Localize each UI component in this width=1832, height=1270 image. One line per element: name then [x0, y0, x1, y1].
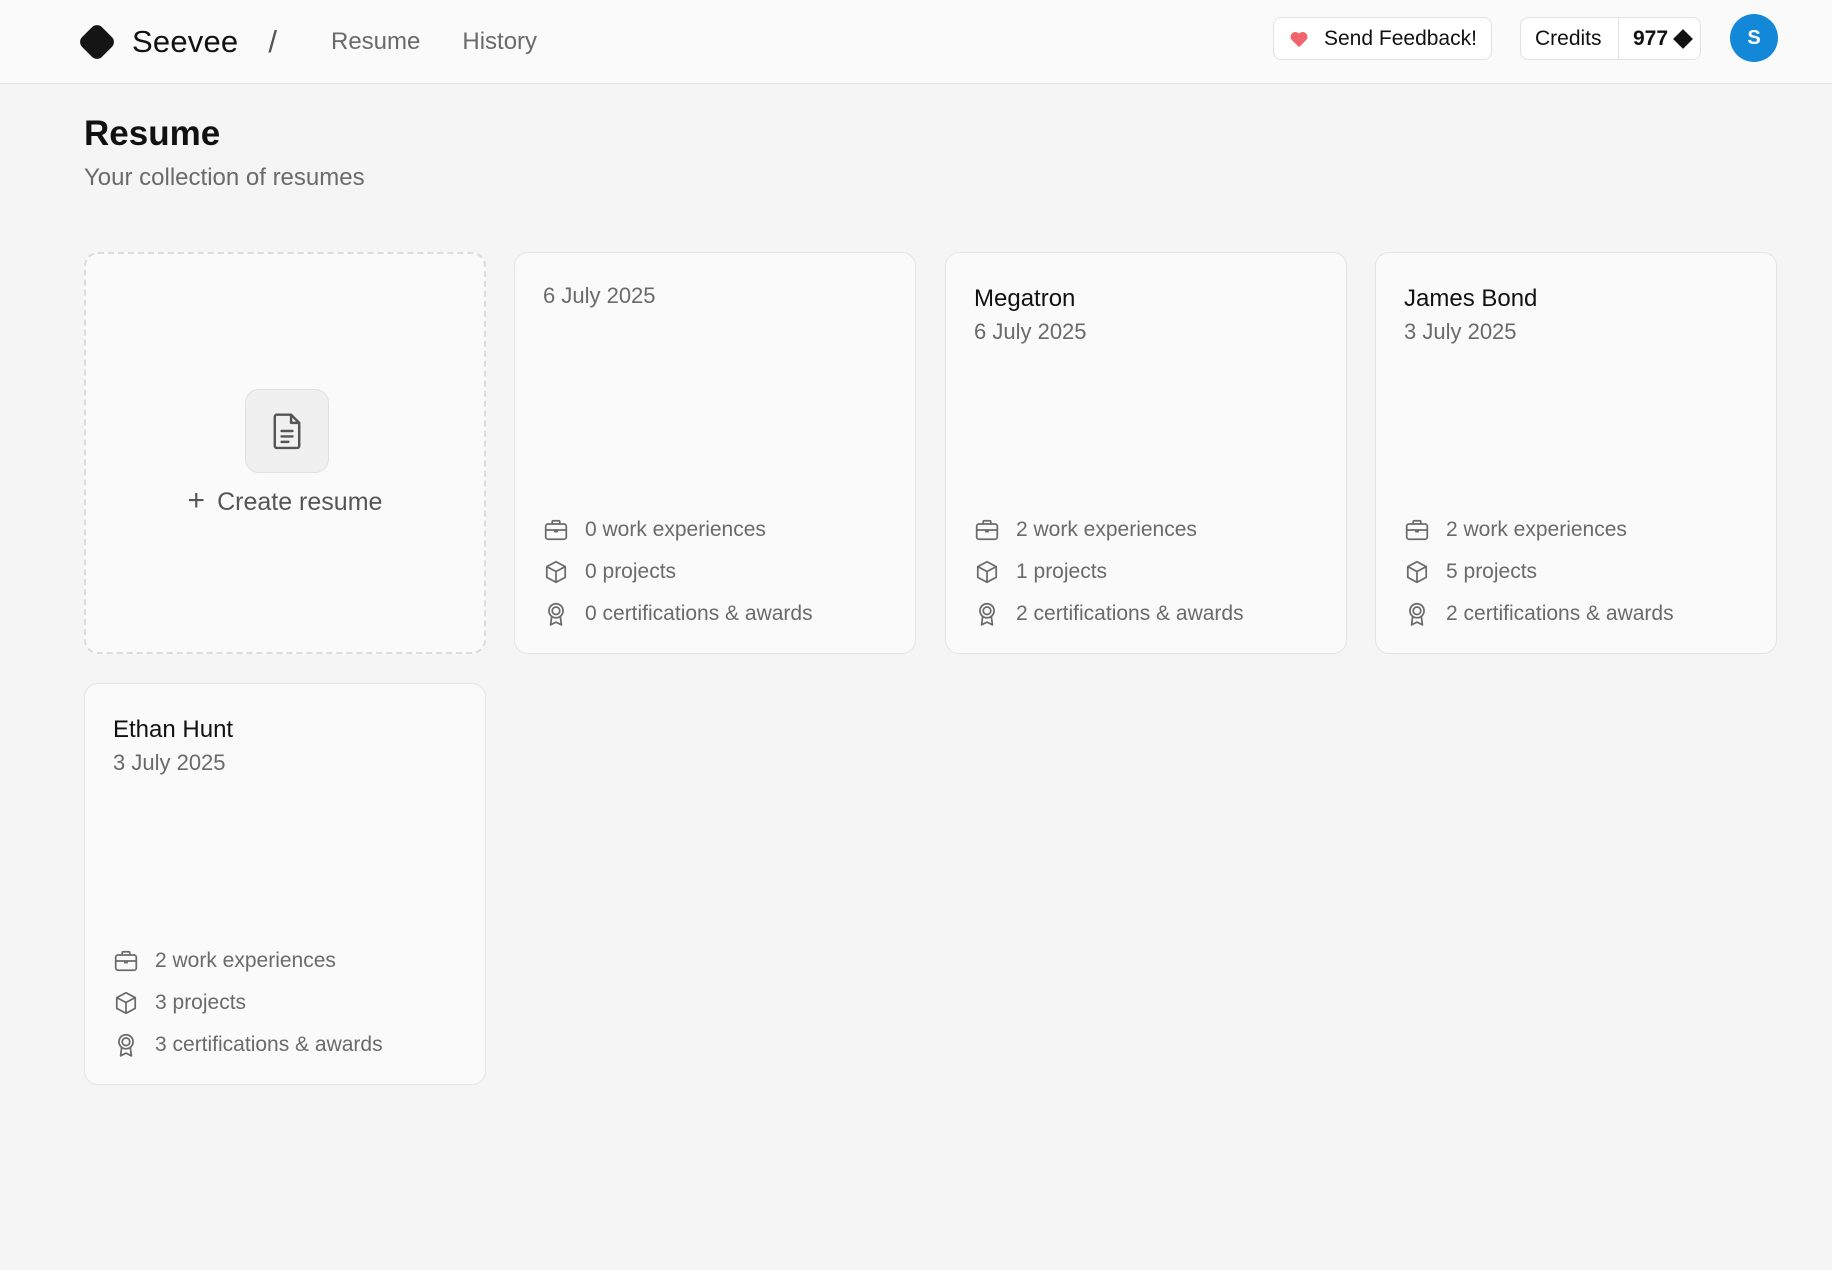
stat-projects: 5 projects — [1404, 551, 1674, 593]
brand-name: Seevee — [132, 24, 239, 59]
create-resume-row: + Create resume — [86, 483, 484, 517]
breadcrumb-separator: / — [268, 24, 277, 59]
send-feedback-label: Send Feedback! — [1324, 26, 1477, 50]
plus-icon: + — [187, 483, 206, 517]
stat-projects: 3 projects — [113, 982, 383, 1024]
resume-date: 3 July 2025 — [113, 750, 226, 775]
resume-stats: 2 work experiences 3 projects 3 certific… — [113, 940, 383, 1066]
stat-projects-text: 5 projects — [1446, 560, 1538, 583]
resume-name: Megatron — [974, 285, 1076, 312]
briefcase-icon — [544, 519, 568, 541]
stat-work-text: 2 work experiences — [1016, 518, 1197, 541]
credits-value: 977 — [1633, 26, 1669, 50]
resume-date: 3 July 2025 — [1404, 319, 1517, 344]
resume-card[interactable]: Ethan Hunt 3 July 2025 2 work experience… — [84, 683, 486, 1085]
stat-certs-text: 3 certifications & awards — [155, 1033, 383, 1056]
top-navigation-bar: Seevee / Resume History Send Feedback! C… — [0, 0, 1832, 84]
document-icon — [273, 413, 301, 450]
stat-work-text: 2 work experiences — [155, 949, 336, 972]
briefcase-icon — [1405, 519, 1429, 541]
page-subtitle: Your collection of resumes — [84, 164, 365, 191]
stat-work: 2 work experiences — [1404, 509, 1674, 551]
stat-certs-text: 2 certifications & awards — [1446, 602, 1674, 625]
resume-stats: 2 work experiences 5 projects 2 certific… — [1404, 509, 1674, 635]
stat-certs: 3 certifications & awards — [113, 1024, 383, 1066]
heart-icon — [1290, 31, 1308, 47]
stat-certs: 2 certifications & awards — [974, 593, 1244, 635]
credits-badge[interactable]: Credits 977 — [1520, 17, 1701, 60]
resume-date: 6 July 2025 — [543, 283, 656, 308]
stat-certs: 0 certifications & awards — [543, 593, 813, 635]
briefcase-icon — [114, 950, 138, 972]
resume-name: Ethan Hunt — [113, 716, 234, 743]
nav-link-resume[interactable]: Resume — [331, 28, 420, 56]
create-resume-label: Create resume — [217, 488, 383, 516]
credits-value-wrap: 977 — [1619, 18, 1693, 59]
stat-certs: 2 certifications & awards — [1404, 593, 1674, 635]
cube-icon — [976, 560, 998, 584]
cube-icon — [545, 560, 567, 584]
resume-stats: 0 work experiences 0 projects 0 certific… — [543, 509, 813, 635]
resume-date: 6 July 2025 — [974, 319, 1087, 344]
stat-projects-text: 0 projects — [585, 560, 677, 583]
stat-projects: 1 projects — [974, 551, 1244, 593]
stat-projects: 0 projects — [543, 551, 813, 593]
create-resume-card[interactable]: + Create resume — [84, 252, 486, 654]
main-nav: Resume History — [331, 0, 537, 84]
award-icon — [979, 602, 995, 626]
resume-name: James Bond — [1404, 285, 1538, 312]
cube-icon — [1406, 560, 1428, 584]
resume-card[interactable]: 6 July 2025 0 work experiences 0 project… — [514, 252, 916, 654]
stat-certs-text: 0 certifications & awards — [585, 602, 813, 625]
stat-certs-text: 2 certifications & awards — [1016, 602, 1244, 625]
send-feedback-button[interactable]: Send Feedback! — [1273, 17, 1492, 60]
briefcase-icon — [975, 519, 999, 541]
resume-card[interactable]: Megatron 6 July 2025 2 work experiences … — [945, 252, 1347, 654]
award-icon — [548, 602, 564, 626]
stat-work: 2 work experiences — [974, 509, 1244, 551]
stat-projects-text: 1 projects — [1016, 560, 1108, 583]
nav-link-history[interactable]: History — [462, 28, 537, 56]
award-icon — [1409, 602, 1425, 626]
resume-stats: 2 work experiences 1 projects 2 certific… — [974, 509, 1244, 635]
resume-card[interactable]: James Bond 3 July 2025 2 work experience… — [1375, 252, 1777, 654]
credits-label: Credits — [1521, 18, 1619, 59]
gem-icon — [1673, 28, 1693, 49]
page-title: Resume — [84, 114, 221, 153]
logo-icon — [77, 22, 117, 62]
document-icon-box — [245, 389, 329, 473]
stat-work: 0 work experiences — [543, 509, 813, 551]
cube-icon — [115, 991, 137, 1015]
award-icon — [118, 1033, 134, 1057]
user-avatar[interactable]: S — [1730, 14, 1778, 62]
stat-projects-text: 3 projects — [155, 991, 247, 1014]
stat-work: 2 work experiences — [113, 940, 383, 982]
brand[interactable]: Seevee / — [77, 0, 277, 84]
stat-work-text: 2 work experiences — [1446, 518, 1627, 541]
stat-work-text: 0 work experiences — [585, 518, 766, 541]
